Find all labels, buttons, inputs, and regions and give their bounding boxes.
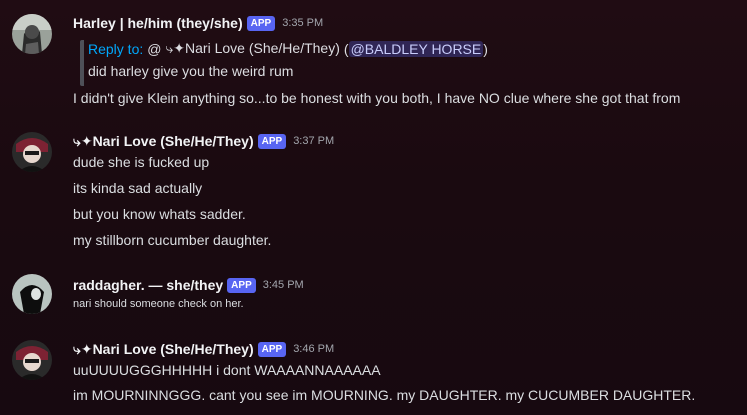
reply-at-sign: @ (147, 40, 162, 57)
timestamp[interactable]: 3:45 PM (263, 279, 304, 291)
app-badge: APP (257, 341, 287, 357)
message-text: uuUUUUGGGHHHHH i dont WAAAANNAAAAAA (73, 362, 381, 378)
message-text: I didn't give Klein anything so...to be … (73, 90, 681, 106)
username[interactable]: Harley | he/him (they/she) (73, 15, 243, 31)
reply-quoted-text: did harley give you the weird rum (88, 63, 294, 79)
message-text: im MOURNINNGGG. cant you see im MOURNING… (73, 387, 696, 403)
timestamp[interactable]: 3:35 PM (282, 17, 323, 29)
app-badge: APP (227, 277, 256, 293)
message-group-nari-2: ⤷✦Nari Love (She/He/They) APP 3:46 PM uu… (0, 320, 747, 415)
message-header: raddagher. — she/they APP 3:45 PM (73, 276, 304, 294)
app-badge: APP (246, 15, 276, 31)
username[interactable]: ⤷✦Nari Love (She/He/They) (73, 341, 254, 358)
message-group-harley: Harley | he/him (they/she) APP 3:35 PM R… (0, 0, 747, 118)
message-header: ⤷✦Nari Love (She/He/They) APP 3:46 PM (73, 340, 334, 358)
avatar-nari[interactable] (12, 132, 52, 172)
username[interactable]: raddagher. — she/they (73, 277, 223, 293)
message-header: Harley | he/him (they/she) APP 3:35 PM (73, 14, 323, 32)
timestamp[interactable]: 3:46 PM (293, 343, 334, 355)
reply-close-paren: ) (483, 40, 488, 57)
reply-to-link[interactable]: Reply to: (88, 41, 143, 57)
message-text: but you know whats sadder. (73, 206, 246, 222)
app-badge: APP (257, 133, 287, 149)
timestamp[interactable]: 3:37 PM (293, 135, 334, 147)
avatar-nari[interactable] (12, 340, 52, 380)
message-text: nari should someone check on her. (73, 298, 244, 310)
reply-target-name[interactable]: ⤷✦Nari Love (She/He/They) (165, 40, 339, 57)
mention-baldley-horse[interactable]: @BALDLEY HORSE (348, 40, 484, 57)
avatar-raddagher[interactable] (12, 274, 52, 314)
avatar-harley[interactable] (12, 14, 52, 54)
reply-header: Reply to: @ ⤷✦Nari Love (She/He/They) ( … (88, 40, 488, 57)
message-text: my stillborn cucumber daughter. (73, 232, 272, 248)
message-text: dude she is fucked up (73, 154, 210, 170)
message-group-raddagher: raddagher. — she/they APP 3:45 PM nari s… (0, 258, 747, 320)
message-group-nari-1: ⤷✦Nari Love (She/He/They) APP 3:37 PM du… (0, 118, 747, 258)
username[interactable]: ⤷✦Nari Love (She/He/They) (73, 133, 254, 150)
message-header: ⤷✦Nari Love (She/He/They) APP 3:37 PM (73, 132, 334, 150)
message-text: its kinda sad actually (73, 180, 203, 196)
reply-open-paren: ( (343, 40, 349, 57)
